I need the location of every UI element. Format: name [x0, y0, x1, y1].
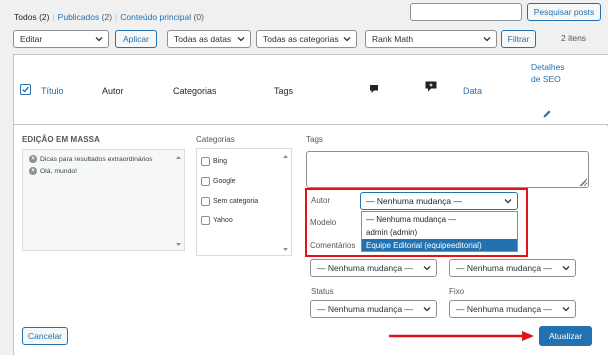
category-item[interactable]: Yahoo	[201, 216, 233, 225]
column-title[interactable]: Título	[41, 86, 64, 96]
resize-handle-icon[interactable]	[579, 179, 587, 187]
tags-label: Tags	[306, 135, 323, 144]
scrollbar[interactable]	[175, 154, 182, 248]
status-label: Status	[311, 287, 334, 296]
rankmath-filter-select[interactable]: Rank Math	[365, 30, 497, 48]
chevron-down-icon	[423, 307, 431, 312]
apply-button[interactable]: Aplicar	[115, 30, 157, 48]
select-all-checkbox[interactable]	[20, 84, 31, 95]
chevron-down-icon	[562, 307, 570, 312]
cancel-button[interactable]: Cancelar	[22, 327, 68, 345]
categories-checklist: Bing Google Sem categoria Yahoo	[196, 148, 292, 256]
date-filter-select[interactable]: Todas as datas	[167, 30, 251, 48]
remove-icon[interactable]: ×	[29, 167, 37, 175]
chevron-down-icon	[483, 37, 491, 42]
pending-comments-icon[interactable]	[425, 81, 437, 92]
highlight-annotation	[305, 188, 528, 257]
filter-button[interactable]: Filtrar	[501, 30, 536, 48]
bulk-edit-heading: EDIÇÃO EM MASSA	[22, 135, 100, 144]
sticky-label: Fixo	[449, 287, 465, 296]
search-posts-button[interactable]: Pesquisar posts	[527, 3, 601, 21]
category-item[interactable]: Sem categoria	[201, 197, 258, 206]
pings-select[interactable]: — Nenhuma mudança —	[449, 259, 576, 277]
column-categories: Categorias	[173, 86, 217, 96]
category-item[interactable]: Google	[201, 177, 236, 186]
bulk-action-select[interactable]: Editar	[13, 30, 109, 48]
red-arrow-annotation	[389, 331, 534, 341]
tags-textarea[interactable]	[306, 151, 589, 188]
status-select[interactable]: — Nenhuma mudança —	[310, 300, 437, 318]
column-date[interactable]: Data	[463, 86, 482, 96]
filter-all[interactable]: Todos (2)	[14, 12, 49, 22]
column-seo-details[interactable]: Detalhes de SEO	[531, 61, 576, 85]
chevron-down-icon	[95, 37, 103, 42]
search-input[interactable]	[410, 3, 522, 21]
remove-icon[interactable]: ×	[29, 155, 37, 163]
filter-published[interactable]: Publicados (2)	[58, 12, 112, 22]
comments-icon[interactable]	[369, 84, 379, 94]
category-filter-select[interactable]: Todas as categorias	[256, 30, 357, 48]
comments-select[interactable]: — Nenhuma mudança —	[310, 259, 437, 277]
chevron-down-icon	[237, 37, 245, 42]
status-filters: Todos (2) | Publicados (2) | Conteúdo princi…	[14, 12, 204, 22]
chevron-down-icon	[562, 266, 570, 271]
bulk-posts-list: × Dicas para resultados extraordinários …	[22, 149, 185, 251]
items-count: 2 itens	[561, 33, 587, 43]
pencil-icon[interactable]	[542, 109, 552, 119]
list-item: × Dicas para resultados extraordinários	[29, 155, 153, 163]
column-tags: Tags	[274, 86, 294, 96]
categories-label: Categorias	[196, 135, 235, 144]
update-button[interactable]: Atualizar	[539, 326, 592, 346]
list-item: × Olá, mundo!	[29, 167, 77, 175]
chevron-down-icon	[343, 37, 351, 42]
chevron-down-icon	[423, 266, 431, 271]
category-item[interactable]: Bing	[201, 157, 227, 166]
filter-main-content[interactable]: Conteúdo principal (0)	[120, 12, 204, 22]
scrollbar[interactable]	[282, 153, 289, 253]
sticky-select[interactable]: — Nenhuma mudança —	[449, 300, 576, 318]
column-author: Autor	[102, 86, 124, 96]
